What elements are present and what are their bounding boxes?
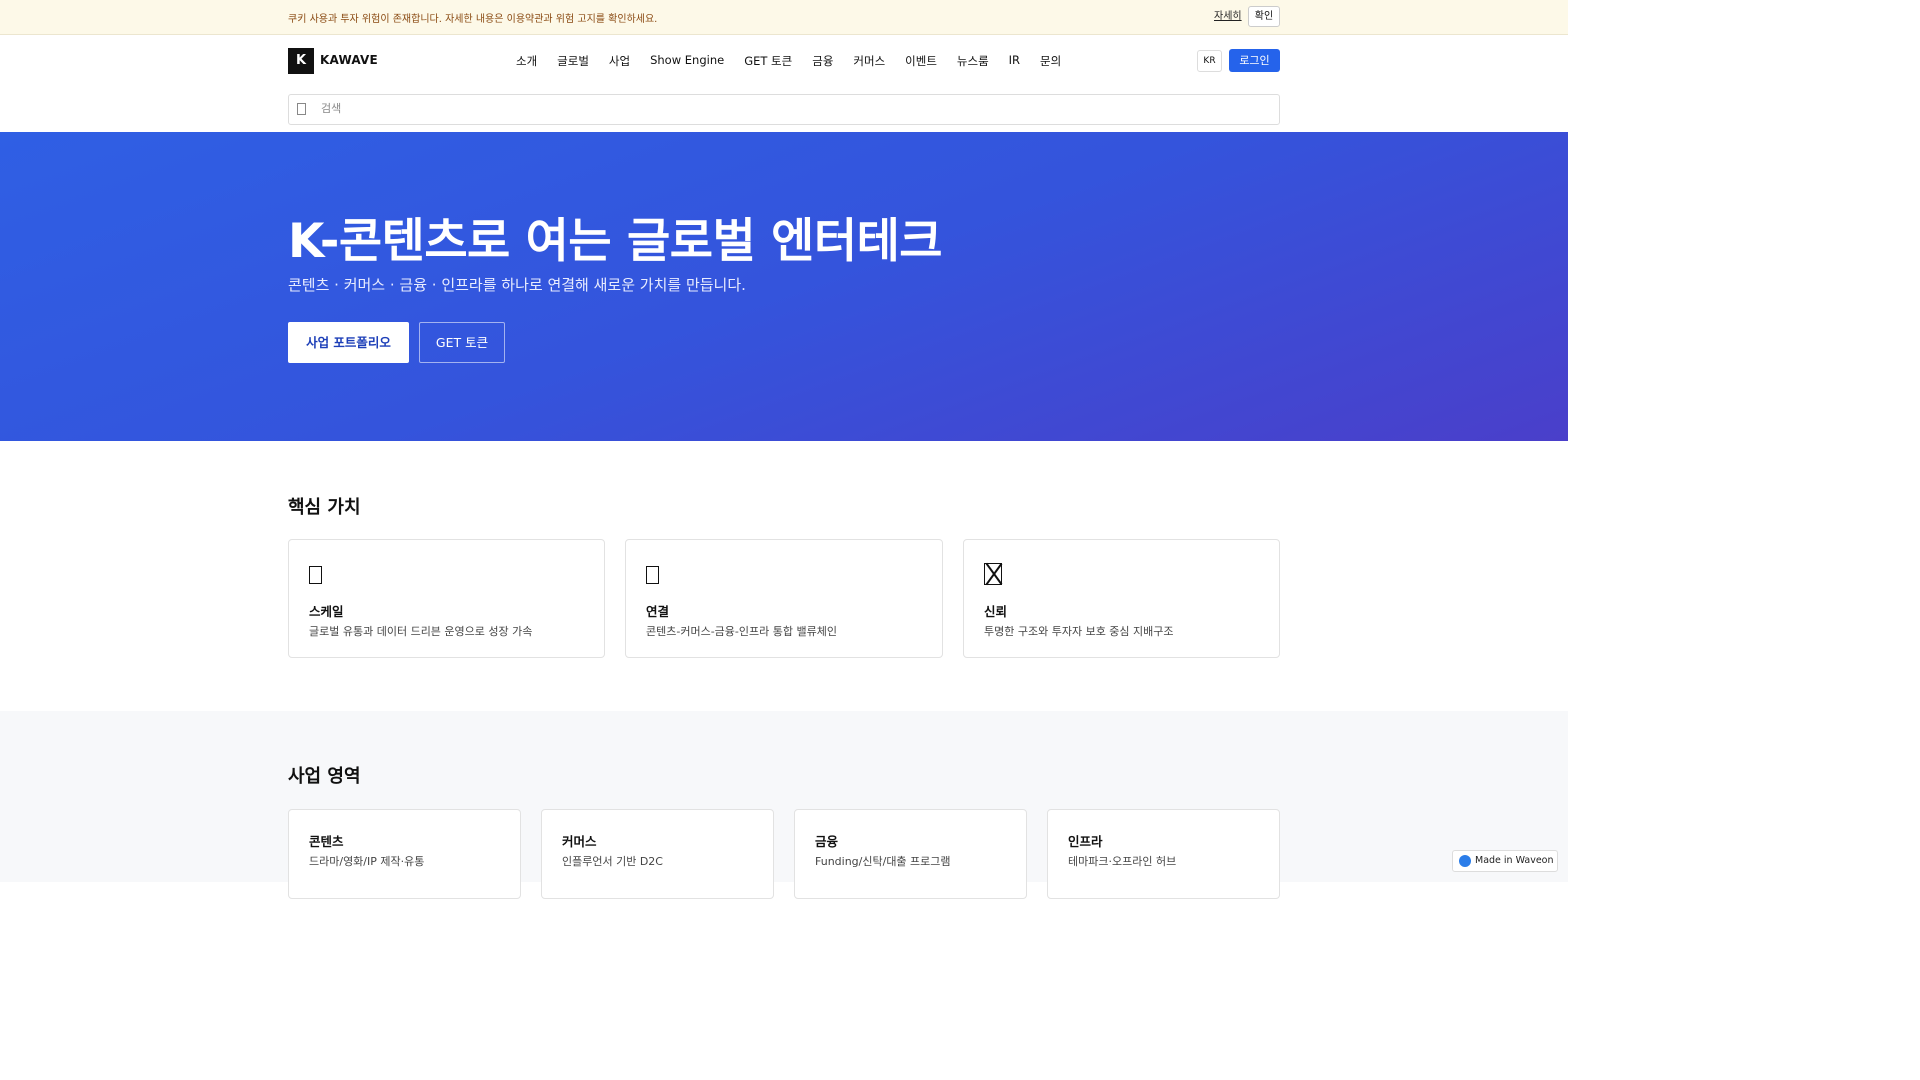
nav-item-global[interactable]: 글로벌 xyxy=(557,53,589,69)
business-card-desc: 드라마/영화/IP 제작·유통 xyxy=(309,855,425,868)
value-card-title: 스케일 xyxy=(309,604,344,619)
hero-subtitle: 콘텐츠 · 커머스 · 금융 · 인프라를 하나로 연결해 새로운 가치를 만듭… xyxy=(288,276,746,294)
nav-item-business[interactable]: 사업 xyxy=(609,53,630,69)
value-card-desc: 투명한 구조와 투자자 보호 중심 지배구조 xyxy=(984,625,1174,638)
logo-text[interactable]: KAWAVE xyxy=(320,53,378,67)
business-section: 사업 영역 콘텐츠 드라마/영화/IP 제작·유통 커머스 인플루언서 기반 D… xyxy=(0,711,1568,899)
business-card-title: 콘텐츠 xyxy=(309,834,344,849)
business-card-desc: 테마파크·오프라인 허브 xyxy=(1068,855,1177,868)
language-selector[interactable]: KR xyxy=(1197,50,1222,72)
cookie-notice-bar: 쿠키 사용과 투자 위험이 존재합니다. 자세한 내용은 이용약관과 위험 고지… xyxy=(0,0,1568,35)
business-card-finance[interactable]: 금융 Funding/신탁/대출 프로그램 xyxy=(794,809,1027,899)
login-button[interactable]: 로그인 xyxy=(1229,49,1280,72)
value-card-title: 신뢰 xyxy=(984,604,1008,619)
nav-item-newsroom[interactable]: 뉴스룸 xyxy=(957,53,989,69)
business-card-title: 인프라 xyxy=(1068,834,1103,849)
value-card-desc: 글로벌 유통과 데이터 드리븐 운영으로 성장 가속 xyxy=(309,625,533,638)
hero-title: K-콘텐츠로 여는 글로벌 엔터테크 xyxy=(288,214,943,269)
search-bar[interactable] xyxy=(288,94,1280,125)
nav-item-ir[interactable]: IR xyxy=(1009,53,1020,69)
value-card-trust: 신뢰 투명한 구조와 투자자 보호 중심 지배구조 xyxy=(963,539,1280,658)
waveon-badge-label: Made in Waveon xyxy=(1475,855,1554,866)
nav-item-commerce[interactable]: 커머스 xyxy=(853,53,885,69)
nav-item-get-token[interactable]: GET 토큰 xyxy=(744,53,792,69)
business-title: 사업 영역 xyxy=(288,766,361,787)
value-card-connect: 연결 콘텐츠-커머스-금융-인프라 통합 밸류체인 xyxy=(625,539,943,658)
business-card-infra[interactable]: 인프라 테마파크·오프라인 허브 xyxy=(1047,809,1280,899)
core-values-title: 핵심 가치 xyxy=(288,497,361,518)
notice-more-link[interactable]: 자세히 xyxy=(1214,7,1242,22)
made-in-waveon-badge[interactable]: Made in Waveon xyxy=(1452,850,1558,872)
site-header: K KAWAVE 소개 글로벌 사업 Show Engine GET 토큰 금융… xyxy=(0,35,1568,131)
nav-item-contact[interactable]: 문의 xyxy=(1040,53,1061,69)
portfolio-button[interactable]: 사업 포트폴리오 xyxy=(288,322,409,363)
business-card-title: 커머스 xyxy=(562,834,597,849)
search-input[interactable] xyxy=(321,102,1221,115)
value-card-scale: 스케일 글로벌 유통과 데이터 드리븐 운영으로 성장 가속 xyxy=(288,539,605,658)
logo-mark[interactable]: K xyxy=(288,48,314,74)
shield-icon xyxy=(984,563,1002,585)
nav-item-finance[interactable]: 금융 xyxy=(812,53,833,69)
value-card-desc: 콘텐츠-커머스-금융-인프라 통합 밸류체인 xyxy=(646,625,837,638)
search-icon xyxy=(297,103,306,115)
chart-icon xyxy=(309,566,322,584)
get-token-button[interactable]: GET 토큰 xyxy=(419,322,505,363)
business-card-title: 금융 xyxy=(815,834,839,849)
value-card-title: 연결 xyxy=(646,604,670,619)
business-card-commerce[interactable]: 커머스 인플루언서 기반 D2C xyxy=(541,809,774,899)
waveon-logo-icon xyxy=(1459,855,1471,867)
business-card-desc: Funding/신탁/대출 프로그램 xyxy=(815,855,951,868)
business-card-content[interactable]: 콘텐츠 드라마/영화/IP 제작·유통 xyxy=(288,809,521,899)
business-card-desc: 인플루언서 기반 D2C xyxy=(562,855,663,868)
link-icon xyxy=(646,566,659,584)
nav-item-show-engine[interactable]: Show Engine xyxy=(650,53,724,69)
notice-confirm-button[interactable]: 확인 xyxy=(1248,6,1280,27)
main-nav: 소개 글로벌 사업 Show Engine GET 토큰 금융 커머스 이벤트 … xyxy=(516,53,1081,69)
nav-item-events[interactable]: 이벤트 xyxy=(905,53,937,69)
nav-item-about[interactable]: 소개 xyxy=(516,53,537,69)
notice-message: 쿠키 사용과 투자 위험이 존재합니다. 자세한 내용은 이용약관과 위험 고지… xyxy=(288,14,658,25)
hero-section: K-콘텐츠로 여는 글로벌 엔터테크 콘텐츠 · 커머스 · 금융 · 인프라를… xyxy=(0,132,1568,441)
